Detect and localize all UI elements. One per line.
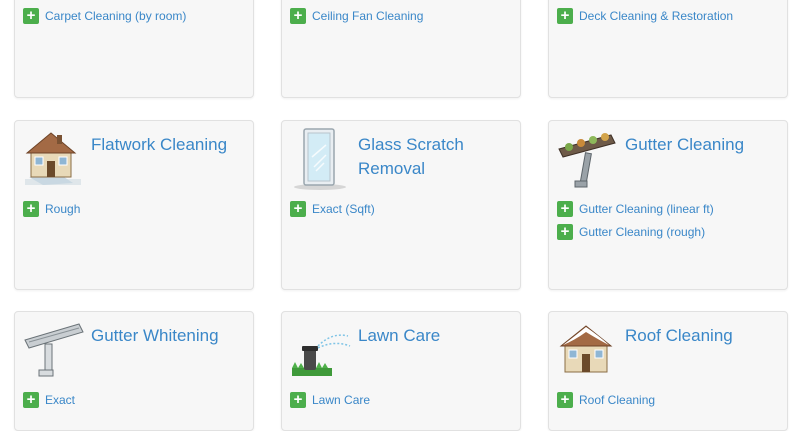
add-service-item[interactable]: + Gutter Cleaning (rough) bbox=[557, 220, 714, 243]
service-item-label[interactable]: Exact bbox=[45, 393, 75, 407]
service-item-label[interactable]: Gutter Cleaning (linear ft) bbox=[579, 202, 714, 216]
card-title[interactable]: Gutter Cleaning bbox=[625, 133, 775, 157]
service-card-roof-cleaning: Roof Cleaning + Roof Cleaning bbox=[548, 311, 788, 431]
service-card-deck: + Deck Cleaning & Restoration bbox=[548, 0, 788, 98]
plus-icon[interactable]: + bbox=[557, 200, 573, 217]
sprinkler-icon bbox=[292, 334, 351, 376]
service-items: + Exact (Sqft) bbox=[290, 197, 375, 220]
service-item-label[interactable]: Lawn Care bbox=[312, 393, 370, 407]
add-service-item[interactable]: + Deck Cleaning & Restoration bbox=[557, 4, 733, 27]
add-service-item[interactable]: + Roof Cleaning bbox=[557, 388, 655, 411]
service-card-gutter-whitening: Gutter Whitening + Exact bbox=[14, 311, 254, 431]
service-card-flatwork: Flatwork Cleaning + Rough bbox=[14, 120, 254, 290]
service-items: + Rough bbox=[23, 197, 80, 220]
add-service-item[interactable]: + Ceiling Fan Cleaning bbox=[290, 4, 423, 27]
card-title[interactable]: Glass Scratch Removal bbox=[358, 133, 508, 181]
service-items: + Deck Cleaning & Restoration bbox=[557, 4, 733, 27]
add-service-item[interactable]: + Exact bbox=[23, 388, 75, 411]
service-card-glass-scratch: Glass Scratch Removal + Exact (Sqft) bbox=[281, 120, 521, 290]
snowy-house-icon bbox=[559, 325, 613, 373]
plus-icon[interactable]: + bbox=[557, 391, 573, 408]
card-title[interactable]: Roof Cleaning bbox=[625, 324, 775, 348]
add-service-item[interactable]: + Lawn Care bbox=[290, 388, 370, 411]
service-item-label[interactable]: Exact (Sqft) bbox=[312, 202, 375, 216]
card-title[interactable]: Gutter Whitening bbox=[91, 324, 241, 348]
service-item-label[interactable]: Rough bbox=[45, 202, 80, 216]
service-items: + Ceiling Fan Cleaning bbox=[290, 4, 423, 27]
service-items: + Carpet Cleaning (by room) bbox=[23, 4, 186, 27]
plus-icon[interactable]: + bbox=[290, 7, 306, 24]
plus-icon[interactable]: + bbox=[557, 223, 573, 240]
plus-icon[interactable]: + bbox=[290, 200, 306, 217]
service-items: + Roof Cleaning bbox=[557, 388, 655, 411]
service-item-label[interactable]: Roof Cleaning bbox=[579, 393, 655, 407]
add-service-item[interactable]: + Gutter Cleaning (linear ft) bbox=[557, 197, 714, 220]
plus-icon[interactable]: + bbox=[557, 7, 573, 24]
plus-icon[interactable]: + bbox=[23, 7, 39, 24]
card-title[interactable]: Lawn Care bbox=[358, 324, 508, 348]
add-service-item[interactable]: + Exact (Sqft) bbox=[290, 197, 375, 220]
service-item-label[interactable]: Carpet Cleaning (by room) bbox=[45, 9, 186, 23]
gutter-icon bbox=[558, 133, 616, 188]
plus-icon[interactable]: + bbox=[290, 391, 306, 408]
service-item-label[interactable]: Ceiling Fan Cleaning bbox=[312, 9, 423, 23]
gutter-pipe-icon bbox=[24, 323, 84, 377]
service-items: + Exact bbox=[23, 388, 75, 411]
service-card-carpet: + Carpet Cleaning (by room) bbox=[14, 0, 254, 98]
plus-icon[interactable]: + bbox=[23, 200, 39, 217]
service-items: + Lawn Care bbox=[290, 388, 370, 411]
add-service-item[interactable]: + Rough bbox=[23, 197, 80, 220]
service-item-label[interactable]: Deck Cleaning & Restoration bbox=[579, 9, 733, 23]
window-icon bbox=[294, 128, 346, 190]
service-card-ceiling-fan: + Ceiling Fan Cleaning bbox=[281, 0, 521, 98]
house-icon bbox=[25, 132, 81, 185]
service-item-label[interactable]: Gutter Cleaning (rough) bbox=[579, 225, 705, 239]
service-card-gutter-cleaning: Gutter Cleaning + Gutter Cleaning (linea… bbox=[548, 120, 788, 290]
service-items: + Gutter Cleaning (linear ft) + Gutter C… bbox=[557, 197, 714, 243]
service-card-lawn-care: Lawn Care + Lawn Care bbox=[281, 311, 521, 431]
add-service-item[interactable]: + Carpet Cleaning (by room) bbox=[23, 4, 186, 27]
plus-icon[interactable]: + bbox=[23, 391, 39, 408]
card-title[interactable]: Flatwork Cleaning bbox=[91, 133, 241, 157]
